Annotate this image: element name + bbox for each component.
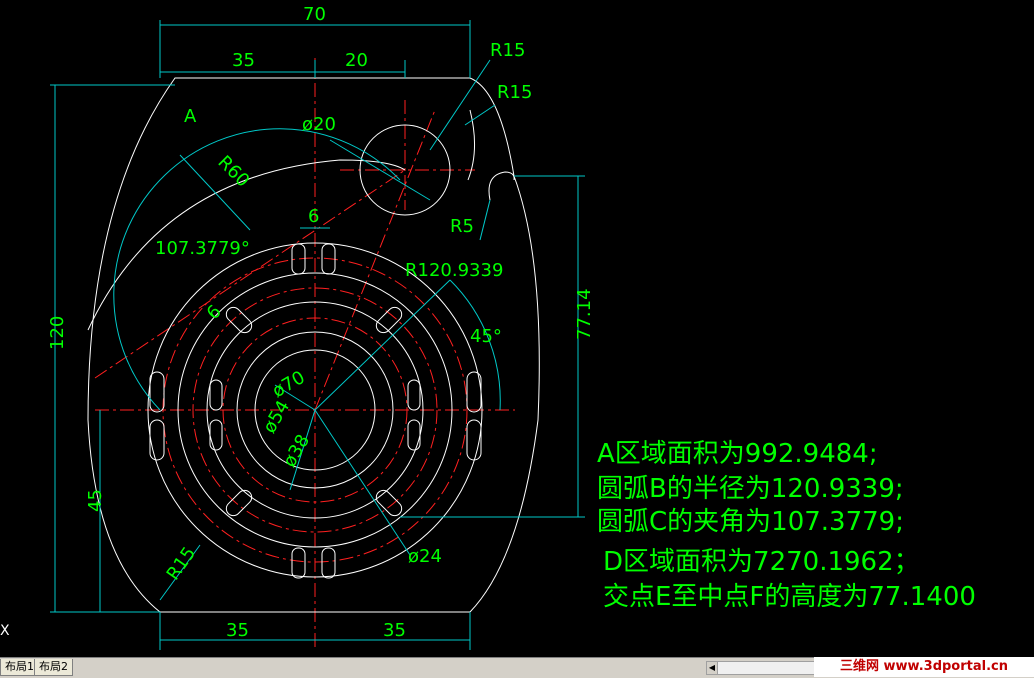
- dim-label-phi70: ø70: [269, 367, 309, 402]
- dim-label-77-14: 77.14: [574, 288, 595, 340]
- dim-label-6-top: 6: [308, 206, 319, 227]
- site-watermark: 三维网 www.3dportal.cn: [814, 657, 1034, 677]
- note-line-2: 圆弧B的半径为120.9339;: [597, 474, 904, 504]
- dim-label-phi20: ø20: [302, 114, 336, 135]
- cad-drawing-canvas[interactable]: 70 35 20 R15 R15 ø20 A R60 6 107.3779° R…: [0, 0, 1034, 657]
- dim-label-6-side: 6: [203, 301, 226, 324]
- dim-label-r5: R5: [450, 216, 474, 237]
- note-line-3: 圆弧C的夹角为107.3779;: [597, 507, 904, 537]
- dim-label-120: 120: [47, 316, 68, 350]
- region-label-a: A: [184, 106, 197, 127]
- dim-label-phi38: ø38: [279, 431, 314, 471]
- dim-label-35-top: 35: [232, 50, 255, 71]
- tab-layout2[interactable]: 布局2: [34, 659, 73, 676]
- dim-label-20-top: 20: [345, 50, 368, 71]
- ucs-axis-label: X: [0, 623, 10, 639]
- dim-label-r15-b: R15: [497, 82, 532, 103]
- dim-label-r120: R120.9339: [405, 260, 503, 281]
- scroll-left-icon[interactable]: ◀: [707, 662, 718, 674]
- dim-label-phi54: ø54: [259, 397, 294, 437]
- dim-label-35-bot-a: 35: [226, 620, 249, 641]
- dim-label-r60: R60: [214, 152, 254, 192]
- dim-label-r15-a: R15: [490, 40, 525, 61]
- note-line-4: D区域面积为7270.1962；: [603, 547, 920, 577]
- note-line-5: 交点E至中点F的高度为77.1400: [603, 582, 976, 612]
- dim-label-70: 70: [303, 4, 326, 25]
- dim-label-phi24: ø24: [408, 546, 442, 567]
- dim-label-35-bot-b: 35: [383, 620, 406, 641]
- dim-label-r15-low: R15: [163, 543, 201, 584]
- note-line-1: A区域面积为992.9484;: [597, 439, 878, 469]
- dim-label-angle-107: 107.3779°: [155, 238, 250, 259]
- dim-label-angle-45: 45°: [470, 326, 502, 347]
- dim-label-45: 45: [85, 489, 106, 512]
